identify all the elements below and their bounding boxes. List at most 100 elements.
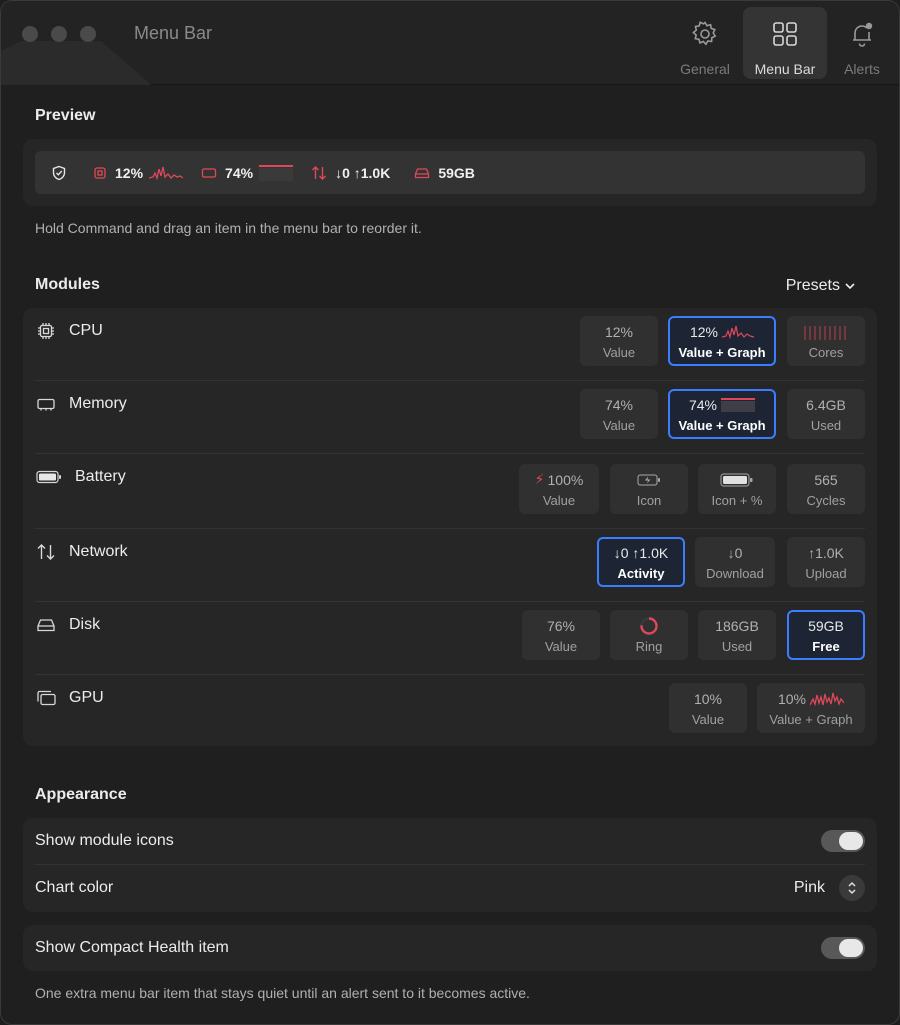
module-battery-name: Battery [35, 468, 126, 486]
battery-option-icon[interactable]: Icon [610, 464, 688, 514]
option-label: Value + Graph [678, 344, 766, 360]
module-memory-name: Memory [35, 395, 127, 413]
option-top: 10% [693, 690, 723, 707]
memory-graph-icon [721, 397, 756, 412]
option-top: ⚡ 100% [535, 471, 584, 489]
memory-option-value[interactable]: 74% Value [580, 389, 658, 439]
memory-option-used[interactable]: 6.4GB Used [787, 389, 865, 439]
gpu-graph-icon [810, 692, 845, 706]
option-top-text: 100% [547, 471, 584, 488]
disk-option-free[interactable]: 59GB Free [787, 610, 865, 660]
module-row-network: Network ↓0 ↑1.0K Activity ↓0 Download ↑1… [23, 529, 877, 602]
battery-option-icon-percent[interactable]: Icon + % [698, 464, 776, 514]
cpu-option-value-graph[interactable]: 12% Value + Graph [668, 316, 776, 366]
preview-memory-value: 74% [225, 164, 254, 181]
preview-cpu-graph [149, 166, 184, 180]
zoom-window-button[interactable] [80, 26, 96, 42]
module-network-name: Network [35, 543, 128, 561]
option-label: Value [542, 492, 576, 508]
option-top: ↑1.0K [808, 544, 844, 561]
module-row-gpu: GPU 10% Value 10% Value + Graph [23, 675, 877, 746]
option-label: Value [544, 638, 578, 654]
titlebar-shade [1, 41, 151, 85]
option-top: 59GB [808, 617, 844, 634]
tab-general-label: General [680, 61, 730, 77]
cpu-option-value[interactable]: 12% Value [580, 316, 658, 366]
chevron-updown-icon [839, 875, 865, 901]
compact-hint: One extra menu bar item that stays quiet… [35, 985, 530, 1001]
tab-alerts-label: Alerts [844, 61, 880, 77]
cpu-option-cores[interactable]: Cores [787, 316, 865, 366]
preview-shield [51, 165, 75, 181]
option-label: Ring [635, 638, 663, 654]
option-top: 12% [689, 323, 755, 341]
toggle-knob [839, 832, 863, 850]
option-label: Download [706, 565, 764, 581]
presets-menu[interactable]: Presets [786, 277, 855, 295]
minimize-window-button[interactable] [51, 26, 67, 42]
modules-title: Modules [35, 276, 100, 293]
tab-general[interactable]: General [669, 7, 741, 79]
tab-menu-bar-label: Menu Bar [754, 61, 816, 77]
option-top-text: 12% [689, 323, 719, 340]
preview-cpu-value: 12% [115, 164, 144, 181]
gpu-icon [35, 689, 57, 707]
network-option-download[interactable]: ↓0 Download [695, 537, 775, 587]
memory-option-value-graph[interactable]: 74% Value + Graph [668, 389, 776, 439]
gpu-option-value-graph[interactable]: 10% Value + Graph [757, 683, 865, 733]
memory-icon [35, 397, 57, 411]
module-row-disk: Disk 76% Value Ring 186GB Used 59GB Free [23, 602, 877, 675]
chart-color-select[interactable]: Pink [794, 875, 865, 901]
battery-option-value[interactable]: ⚡ 100% Value [519, 464, 599, 514]
ring-icon [639, 616, 659, 635]
option-top: 74% [689, 396, 756, 414]
option-top: 6.4GB [806, 396, 846, 413]
module-row-battery: Battery ⚡ 100% Value Icon Icon + % 565 C… [23, 454, 877, 529]
module-cpu-name: CPU [35, 322, 103, 340]
disk-option-used[interactable]: 186GB Used [698, 610, 776, 660]
cpu-icon [93, 166, 107, 180]
battery-option-cycles[interactable]: 565 Cycles [787, 464, 865, 514]
option-label: Upload [805, 565, 847, 581]
module-row-cpu: CPU 12% Value 12% Value + Graph Cores [23, 308, 877, 381]
option-top: 74% [604, 396, 634, 413]
option-label: Value [602, 344, 636, 360]
menu-bar-preview: 12% 74% ↓0 ↑1.0K 59GB [35, 151, 865, 194]
option-label: Used [721, 638, 753, 654]
module-disk-label: Disk [69, 616, 101, 633]
grid-icon [770, 19, 800, 49]
module-row-memory: Memory 74% Value 74% Value + Graph 6.4GB… [23, 381, 877, 454]
disk-icon [414, 166, 430, 180]
battery-charging-icon [637, 471, 661, 489]
show-icons-label: Show module icons [35, 832, 174, 849]
network-option-upload[interactable]: ↑1.0K Upload [787, 537, 865, 587]
gpu-option-value[interactable]: 10% Value [669, 683, 747, 733]
option-top: ↓0 ↑1.0K [613, 544, 669, 561]
disk-icon [35, 617, 57, 633]
network-option-activity[interactable]: ↓0 ↑1.0K Activity [597, 537, 685, 587]
tab-alerts[interactable]: Alerts [831, 7, 893, 79]
disk-option-ring[interactable]: Ring [610, 610, 688, 660]
disk-option-value[interactable]: 76% Value [522, 610, 600, 660]
preview-memory: 74% [201, 164, 294, 181]
option-top-text: 10% [777, 690, 807, 707]
title-bar: Menu Bar General Menu Bar Alerts [1, 1, 899, 85]
presets-label: Presets [785, 277, 840, 294]
option-label: Value [602, 417, 636, 433]
module-gpu-label: GPU [69, 689, 104, 706]
battery-full-icon [720, 471, 754, 489]
compact-row: Show Compact Health item [35, 925, 865, 971]
bell-icon [847, 19, 877, 49]
show-icons-toggle[interactable] [821, 830, 865, 852]
option-label: Value + Graph [678, 417, 766, 433]
option-label: Icon [636, 492, 662, 508]
cores-graph-icon [803, 323, 849, 341]
option-top: ↓0 [727, 544, 743, 561]
module-disk-name: Disk [35, 616, 100, 634]
bolt-icon: ⚡ [534, 471, 545, 487]
compact-toggle[interactable] [821, 937, 865, 959]
tab-menu-bar[interactable]: Menu Bar [743, 7, 827, 79]
cpu-icon [35, 322, 57, 340]
close-window-button[interactable] [22, 26, 38, 42]
network-icon [311, 165, 327, 181]
